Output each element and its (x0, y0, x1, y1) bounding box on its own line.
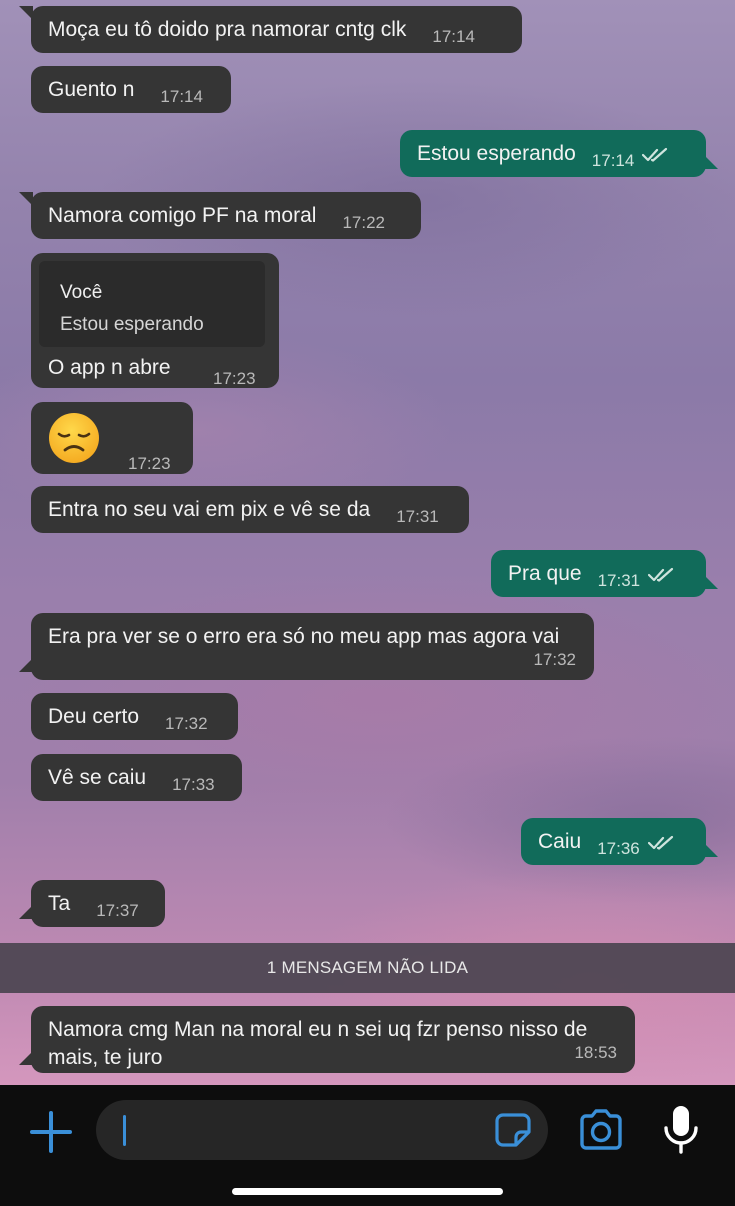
message-incoming[interactable]: Moça eu tô doido pra namorar cntg clk 17:… (19, 6, 522, 53)
message-input[interactable] (96, 1100, 548, 1160)
quoted-message[interactable]: Você Estou esperando (39, 261, 265, 347)
message-incoming[interactable]: Guento n 17:14 (31, 66, 231, 113)
message-time: 17:23 (128, 454, 171, 473)
message-time: 17:22 (342, 213, 385, 232)
message-time: 18:53 (574, 1043, 617, 1062)
message-incoming[interactable]: Deu certo 17:32 (31, 693, 238, 740)
message-incoming-emoji[interactable]: 17:23 (31, 402, 193, 474)
unread-messages-banner: 1 MENSAGEM NÃO LIDA (0, 943, 735, 993)
message-text-line-1: Namora cmg Man na moral eu n sei uq fzr … (48, 1018, 588, 1041)
message-text: Era pra ver se o erro era só no meu app … (48, 625, 560, 648)
message-time: 17:31 (597, 571, 641, 590)
home-indicator[interactable] (232, 1188, 503, 1195)
double-check-icon (647, 831, 674, 859)
message-time: 17:33 (172, 775, 215, 794)
message-time: 17:23 (213, 369, 256, 388)
message-outgoing[interactable]: Caiu 17:36 (521, 818, 718, 865)
microphone-icon[interactable] (660, 1104, 702, 1156)
message-text: Ta (48, 892, 71, 915)
message-incoming[interactable]: Entra no seu vai em pix e vê se da 17:31 (31, 486, 469, 533)
message-incoming[interactable]: Vê se caiu 17:33 (31, 754, 242, 801)
disappointed-face-icon (49, 413, 99, 463)
message-text: Moça eu tô doido pra namorar cntg clk (48, 18, 407, 41)
message-time: 17:14 (160, 87, 203, 106)
message-text: Pra que (508, 562, 582, 585)
message-incoming[interactable]: Era pra ver se o erro era só no meu app … (19, 613, 594, 680)
message-text: Estou esperando (417, 142, 576, 165)
message-outgoing[interactable]: Estou esperando 17:14 (400, 130, 718, 177)
message-text: Vê se caiu (48, 766, 147, 789)
message-text: Entra no seu vai em pix e vê se da (48, 498, 371, 521)
message-time: 17:14 (591, 151, 635, 170)
message-time: 17:32 (165, 714, 208, 733)
message-incoming[interactable]: Ta 17:37 (19, 880, 165, 927)
message-time: 17:36 (597, 839, 640, 858)
sticker-icon[interactable] (494, 1112, 532, 1148)
quoted-author: Você (60, 282, 103, 303)
message-incoming[interactable]: Namora cmg Man na moral eu n sei uq fzr … (19, 1006, 635, 1073)
message-text: Caiu (538, 830, 582, 853)
message-incoming-reply[interactable]: Você Estou esperando O app n abre 17:23 (31, 253, 279, 388)
camera-icon[interactable] (576, 1105, 626, 1155)
message-time: 17:37 (96, 901, 139, 920)
text-caret (123, 1115, 126, 1146)
double-check-icon (648, 563, 674, 591)
message-text: O app n abre (48, 356, 171, 379)
message-text: Guento n (48, 78, 135, 101)
quoted-text: Estou esperando (60, 314, 204, 335)
message-incoming[interactable]: Namora comigo PF na moral 17:22 (19, 192, 421, 239)
double-check-icon (642, 143, 668, 171)
message-text: Deu certo (48, 705, 140, 728)
message-time: 17:31 (396, 507, 439, 526)
message-time: 17:32 (533, 650, 576, 669)
message-outgoing[interactable]: Pra que 17:31 (491, 550, 718, 597)
message-text: Namora comigo PF na moral (48, 204, 317, 227)
message-text-line-2: mais, te juro (48, 1046, 163, 1069)
plus-icon[interactable] (28, 1109, 74, 1155)
message-time: 17:14 (432, 27, 475, 46)
